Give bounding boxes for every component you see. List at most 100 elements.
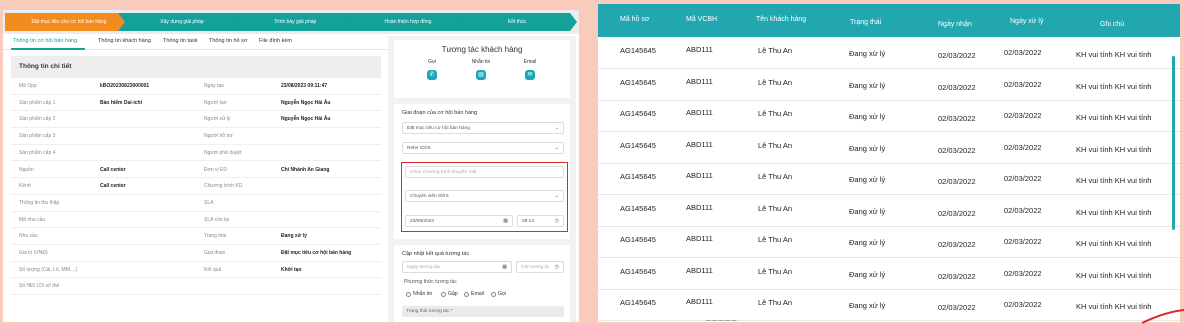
table-row[interactable]: AG145645 ABD111 Lê Thu An Đang xử lý 02/03/2… bbox=[598, 132, 1180, 164]
detail-section-header: Thông tin chi tiết bbox=[11, 56, 381, 78]
detail-row: Kênh Call center Chương trình KD bbox=[11, 178, 381, 195]
step-finish[interactable]: Kết thúc bbox=[457, 13, 577, 31]
table-header: Mã hồ sơ Mã VCBH Tên khách hàng Trạng th… bbox=[598, 4, 1180, 37]
promotion-highlight-box: Chọn chương trình khuyến mãi Chuyên viên… bbox=[401, 162, 568, 232]
cell-processed-date: 02/03/2022 bbox=[1004, 111, 1042, 120]
tab-opportunity-info[interactable]: Thông tin cơ hội bán hàng bbox=[13, 38, 77, 44]
cell-processed-date: 02/03/2022 bbox=[1004, 268, 1042, 278]
step-present-solution[interactable]: Trình bày giải pháp bbox=[231, 13, 359, 31]
field-label: Giá trị (VNĐ) bbox=[19, 250, 48, 256]
field-value: Khởi tạo bbox=[281, 266, 302, 273]
tab-attachments[interactable]: File đính kèm bbox=[259, 38, 292, 44]
table-row[interactable]: AG145645 ABD111 Lê Thu An Đang xử lý 02/03/2… bbox=[598, 258, 1180, 290]
cell-received-date: 02/03/2022 bbox=[938, 145, 976, 155]
tab-file-info[interactable]: Thông tin hồ sơ bbox=[209, 38, 247, 44]
vertical-scrollbar[interactable] bbox=[1172, 56, 1175, 230]
chevron-down-icon: ⌄ bbox=[554, 125, 559, 131]
field-label: Sản phẩm cấp 1 bbox=[19, 99, 56, 106]
interaction-time-input[interactable]: Giờ tương tá ◷ bbox=[516, 261, 564, 273]
header-file-code[interactable]: Mã hồ sơ bbox=[620, 16, 650, 23]
detail-row: Nhu cầu Trạng thái Đang xử lý bbox=[11, 228, 381, 245]
detail-row: Sản phẩm cấp 4 Người phê duyệt bbox=[11, 145, 381, 162]
cell-vcbh-code: ABD111 bbox=[686, 45, 713, 54]
step-set-goal[interactable]: Đặt mục tiêu cho cơ hội bán hàng bbox=[5, 13, 133, 31]
customer-interaction-card: Tương tác khách hàng Gọi Nhắn tin Email … bbox=[394, 40, 570, 98]
cell-file-code: AG145645 bbox=[620, 266, 656, 276]
tab-customer-info[interactable]: Thông tin khách hàng bbox=[98, 38, 151, 44]
clock-icon[interactable]: ◷ bbox=[555, 264, 559, 270]
step-finalize-contract[interactable]: Hoàn thiện hợp đồng bbox=[344, 13, 472, 31]
interaction-status-select[interactable]: Trạng thái tương tác * bbox=[402, 306, 564, 317]
interaction-result-card: Cập nhật kết quả tương tác Ngày tương tá… bbox=[394, 245, 570, 322]
cell-processed-date: 02/03/2022 bbox=[1004, 79, 1042, 89]
method-radio-email[interactable]: Email bbox=[464, 291, 484, 297]
field-label: Nguồn bbox=[19, 166, 34, 173]
referral-select[interactable]: Refer ID/IS ⌄ bbox=[402, 142, 564, 154]
cell-vcbh-code: ABD111 bbox=[686, 171, 713, 180]
calendar-icon[interactable]: ▦ bbox=[503, 218, 508, 224]
table-row[interactable]: AG145645 ABD111 Lê Thu An Đang xử lý 02/03/2… bbox=[598, 100, 1180, 132]
decorative-dashes: — — — — — bbox=[706, 318, 737, 324]
field-label: Nhu cầu bbox=[19, 233, 38, 240]
field-value: Bảo hiểm Dai-ichi bbox=[100, 99, 142, 106]
method-radio-call[interactable]: Gọi bbox=[491, 291, 506, 297]
cell-note: KH vui tính KH vui tính bbox=[1076, 144, 1152, 154]
tab-task-info[interactable]: Thông tin task bbox=[163, 38, 198, 44]
cell-file-code: AG145645 bbox=[620, 109, 656, 118]
header-vcbh-code[interactable]: Mã VCBH bbox=[686, 16, 717, 23]
calendar-icon[interactable]: ▦ bbox=[502, 264, 507, 270]
field-label: SLA bbox=[204, 199, 214, 206]
cell-received-date: 02/03/2022 bbox=[938, 271, 976, 281]
promotion-select[interactable]: Chọn chương trình khuyến mãi bbox=[405, 166, 564, 178]
cell-received-date: 02/03/2022 bbox=[938, 303, 976, 312]
phone-icon[interactable]: ✆ bbox=[427, 70, 437, 80]
field-value: 23/08/2023 09:11:47 bbox=[281, 83, 328, 89]
cell-status: Đang xử lý bbox=[849, 112, 886, 121]
cell-received-date: 02/03/2022 bbox=[938, 177, 976, 186]
cell-processed-date: 02/03/2022 bbox=[1004, 205, 1042, 215]
table-row[interactable]: AG145645 ABD111 Lê Thu An Đang xử lý 02/03/2… bbox=[598, 69, 1180, 101]
table-row[interactable]: AG145645 ABD111 Lê Thu An Đang xử lý 02/03/2… bbox=[598, 289, 1180, 321]
field-value: Nguyễn Ngọc Hải Âu bbox=[281, 116, 331, 123]
method-radio-meet[interactable]: Gặp bbox=[441, 291, 458, 297]
header-note[interactable]: Ghi chú bbox=[1100, 21, 1124, 28]
email-icon[interactable]: ✉ bbox=[525, 70, 535, 80]
chat-icon[interactable]: ▤ bbox=[476, 70, 486, 80]
radio-icon bbox=[464, 291, 469, 297]
time-input[interactable]: 09:14 ◷ bbox=[517, 215, 564, 227]
field-value: kBO20230823000001 bbox=[100, 83, 150, 89]
interaction-date-input[interactable]: Ngày tương tác ▦ bbox=[402, 261, 512, 273]
cell-file-code: AG145645 bbox=[620, 77, 656, 87]
field-label: Ngày tạo bbox=[204, 83, 225, 89]
table-row[interactable]: AG145645 ABD111 Lê Thu An Đang xử lý 02/03/2… bbox=[598, 195, 1180, 227]
stage-select[interactable]: Đặt mục tiêu cơ hội bán hàng ⌄ bbox=[402, 122, 564, 134]
header-status[interactable]: Trạng thái bbox=[850, 19, 881, 26]
cell-received-date: 02/03/2022 bbox=[938, 114, 976, 123]
cell-file-code: AG145645 bbox=[620, 235, 656, 244]
step-build-solution[interactable]: Xây dựng giải pháp bbox=[118, 13, 246, 31]
chevron-down-icon: ⌄ bbox=[554, 193, 559, 199]
cell-note: KH vui tính KH vui tính bbox=[1076, 81, 1152, 91]
cell-customer-name: Lê Thu An bbox=[758, 77, 793, 87]
header-processed-date[interactable]: Ngày xử lý bbox=[1010, 18, 1043, 25]
field-label: Giai đoạn bbox=[204, 250, 226, 256]
field-label: Người phê duyệt bbox=[204, 149, 242, 156]
cell-customer-name: Lê Thu An bbox=[758, 298, 793, 307]
field-value: Call center bbox=[100, 183, 126, 190]
interaction-title: Tương tác khách hàng bbox=[441, 45, 523, 54]
result-card-title: Cập nhật kết quả tương tác bbox=[402, 251, 470, 257]
detail-row: Sản phẩm cấp 2 Người xử lý Nguyễn Ngọc Hải… bbox=[11, 111, 381, 129]
detail-row: Sản phẩm cấp 1 Bảo hiểm Dai-ichi Người tạo… bbox=[11, 95, 381, 112]
table-row[interactable]: AG145645 ABD111 Lê Thu An Đang xử lý 02/03/2… bbox=[598, 37, 1180, 69]
advisor-select[interactable]: Chuyên viên ID/IS ⌄ bbox=[405, 190, 564, 202]
field-value: Nguyễn Ngọc Hải Âu bbox=[281, 99, 331, 106]
cell-vcbh-code: ABD111 bbox=[686, 76, 713, 86]
date-input[interactable]: 23/08/2023 ▦ bbox=[405, 215, 513, 227]
table-row[interactable]: AG145645 ABD111 Lê Thu An Đang xử lý 02/03/2… bbox=[598, 163, 1180, 195]
clock-icon[interactable]: ◷ bbox=[555, 218, 559, 224]
header-received-date[interactable]: Ngày nhận bbox=[938, 21, 972, 28]
method-radio-message[interactable]: Nhắn tin bbox=[406, 291, 432, 297]
cell-status: Đang xử lý bbox=[849, 143, 886, 153]
header-customer-name[interactable]: Tên khách hàng bbox=[756, 16, 806, 23]
table-row[interactable]: AG145645 ABD111 Lê Thu An Đang xử lý 02/03/2… bbox=[598, 226, 1180, 258]
